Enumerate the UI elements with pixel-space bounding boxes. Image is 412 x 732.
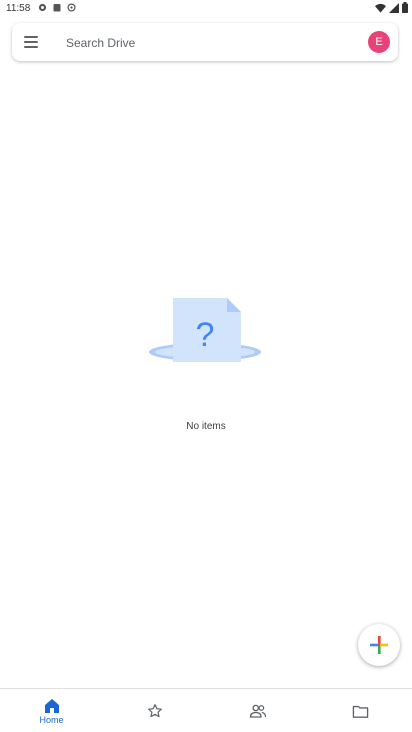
star-icon (147, 704, 162, 718)
search-bar[interactable]: E (12, 23, 398, 61)
nav-home[interactable]: Home (0, 689, 103, 732)
sync-circle-icon (67, 3, 76, 12)
status-bar: 11:58 (0, 0, 412, 18)
nav-files[interactable] (309, 689, 412, 732)
empty-state-message: No items (186, 421, 226, 432)
clipboard-icon (53, 4, 61, 12)
home-icon (44, 698, 59, 713)
search-input[interactable] (64, 31, 318, 55)
hamburger-line (24, 36, 38, 38)
empty-folder-illustration: ? (149, 298, 261, 362)
battery-icon (402, 2, 408, 13)
nav-home-label: Home (39, 714, 64, 725)
signal-icon (389, 2, 399, 13)
drive-home-screen: 11:58 Search Drive E ? No items Home (0, 0, 412, 732)
wifi-icon (375, 3, 386, 13)
hamburger-line (24, 41, 38, 43)
nav-shared[interactable] (206, 689, 309, 732)
status-notification-icons (38, 3, 76, 12)
status-time: 11:58 (6, 3, 31, 14)
avatar-letter: E (375, 36, 383, 48)
plus-icon (370, 636, 388, 654)
nav-starred[interactable] (103, 689, 206, 732)
hamburger-line (24, 46, 38, 48)
settings-dot-icon (38, 3, 47, 12)
status-system-icons (375, 2, 408, 13)
bottom-navigation: Home (0, 688, 412, 732)
account-avatar[interactable]: E (368, 31, 390, 53)
menu-button[interactable] (24, 33, 42, 51)
folder-icon (352, 705, 369, 718)
svg-text:?: ? (196, 316, 215, 354)
new-item-fab[interactable] (358, 624, 400, 666)
shared-people-icon (249, 704, 266, 718)
